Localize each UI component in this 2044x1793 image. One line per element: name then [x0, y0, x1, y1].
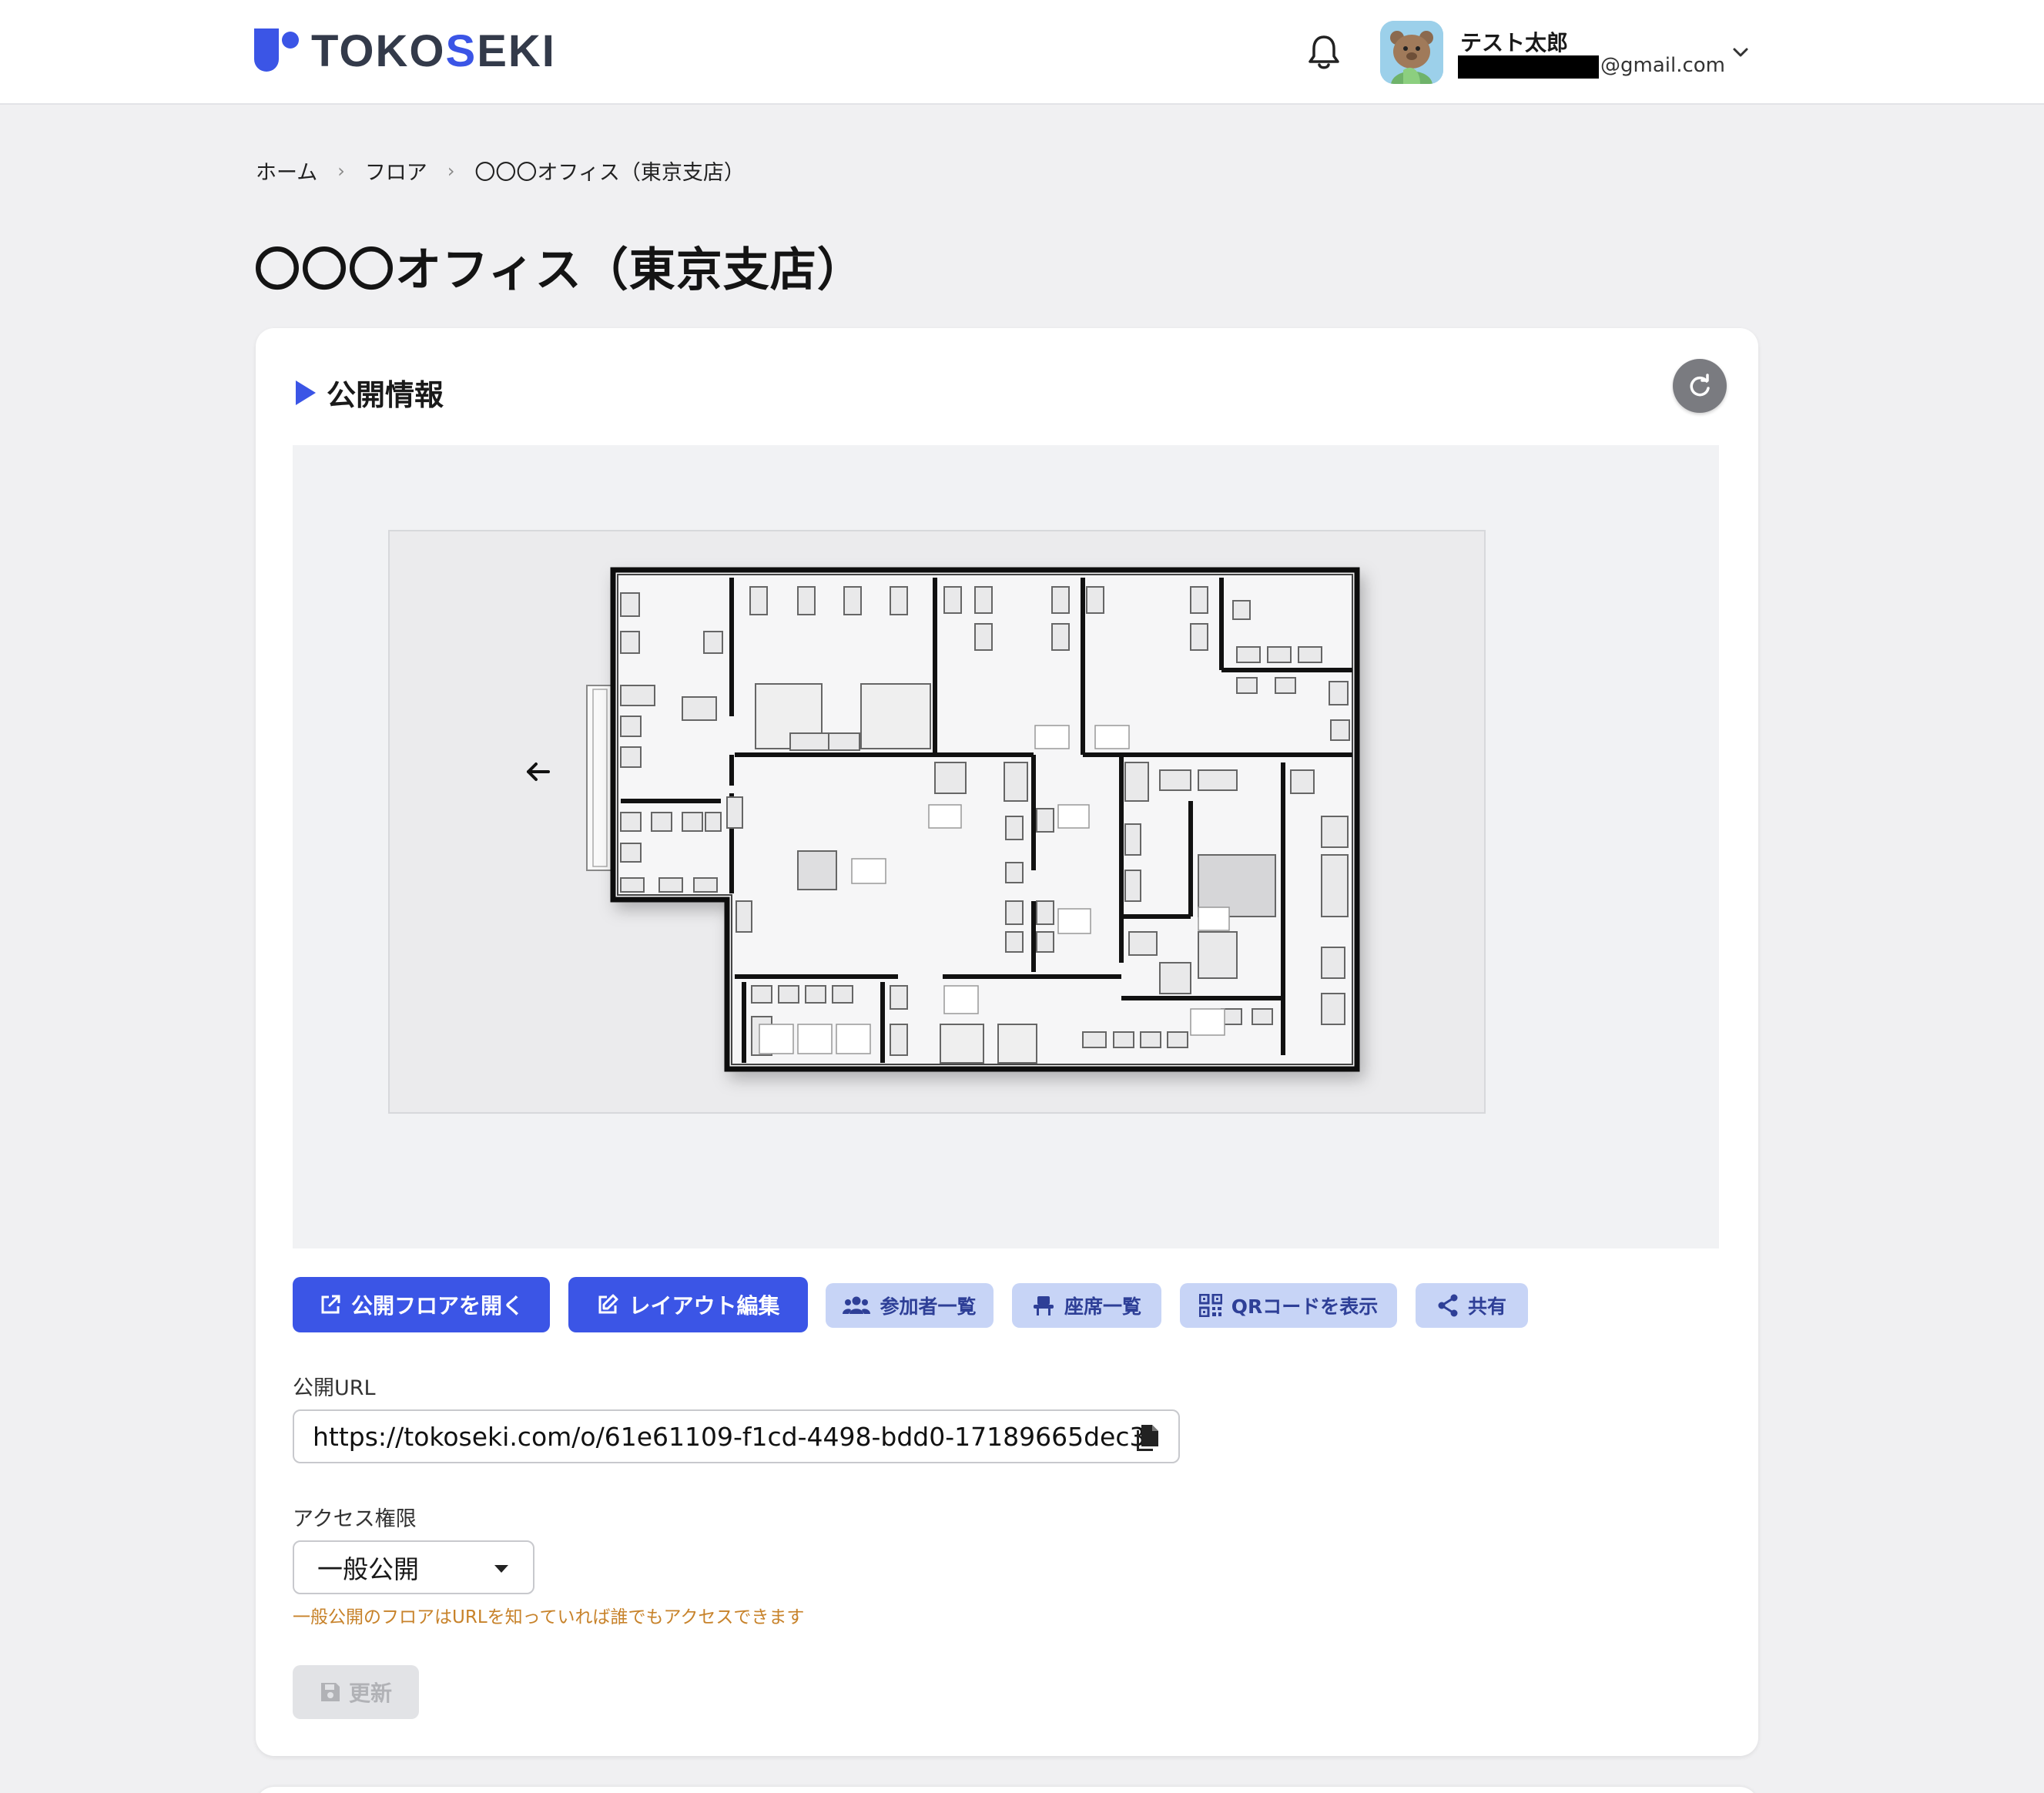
public-info-card: 公開情報 公開フロアを開く レイアウト編集 参加者一覧 座席一覧 QRコードを表…: [256, 328, 1758, 1756]
share-button[interactable]: 共有: [1416, 1283, 1528, 1328]
update-label: 更新: [348, 1681, 392, 1706]
access-permission-select[interactable]: 一般公開: [293, 1540, 534, 1594]
show-qr-button[interactable]: QRコードを表示: [1180, 1283, 1397, 1328]
edit-layout-label: レイアウト編集: [628, 1293, 780, 1319]
floor-plan-image[interactable]: [388, 530, 1486, 1114]
seat-list-label: 座席一覧: [1064, 1295, 1141, 1318]
edit-layout-button[interactable]: レイアウト編集: [568, 1277, 808, 1332]
page-title: 〇〇〇オフィス（東京支店）: [254, 243, 864, 297]
breadcrumb: ホーム › フロア › 〇〇〇オフィス（東京支店）: [256, 156, 745, 186]
user-email: @gmail.com: [1600, 54, 1726, 77]
public-url-label: 公開URL: [293, 1376, 376, 1400]
breadcrumb-separator: ›: [447, 159, 455, 182]
user-name: テスト太郎: [1460, 30, 1569, 55]
open-public-floor-button[interactable]: 公開フロアを開く: [293, 1277, 550, 1332]
next-card: [256, 1787, 1758, 1793]
refresh-icon: [1690, 374, 1710, 397]
edit-icon: [598, 1294, 618, 1314]
logo[interactable]: TOKOSEKI: [254, 25, 556, 76]
refresh-button[interactable]: [1673, 359, 1727, 413]
bell-icon[interactable]: [1305, 32, 1342, 72]
seat-icon: [1033, 1296, 1054, 1315]
seat-list-button[interactable]: 座席一覧: [1012, 1283, 1161, 1328]
logo-mark-icon: [254, 28, 300, 73]
logo-text: TOKOSEKI: [311, 25, 556, 76]
participants-button[interactable]: 参加者一覧: [826, 1283, 994, 1328]
participants-label: 参加者一覧: [880, 1295, 977, 1318]
access-permission-value: 一般公開: [317, 1554, 419, 1584]
share-label: 共有: [1467, 1295, 1506, 1318]
avatar[interactable]: [1380, 21, 1443, 84]
copy-icon[interactable]: [1134, 1423, 1161, 1453]
section-heading: 公開情報: [296, 371, 444, 414]
public-url-value: https://tokoseki.com/o/61e61109-f1cd-449…: [313, 1421, 1146, 1452]
breadcrumb-separator: ›: [337, 159, 345, 182]
user-email-redaction: [1458, 55, 1599, 79]
access-permission-label: アクセス権限: [293, 1507, 417, 1531]
top-navbar: TOKOSEKI テスト太郎 @gmail.com: [0, 0, 2044, 105]
update-button[interactable]: 更新: [293, 1665, 419, 1719]
public-url-field[interactable]: https://tokoseki.com/o/61e61109-f1cd-449…: [293, 1409, 1180, 1463]
share-icon: [1438, 1294, 1458, 1317]
show-qr-label: QRコードを表示: [1231, 1295, 1379, 1318]
caret-down-icon: [494, 1565, 508, 1573]
save-icon: [320, 1683, 340, 1701]
breadcrumb-current: 〇〇〇オフィス（東京支店）: [474, 161, 745, 185]
section-heading-label: 公開情報: [327, 378, 444, 412]
open-public-floor-label: 公開フロアを開く: [350, 1293, 524, 1319]
chevron-down-icon[interactable]: [1728, 40, 1753, 65]
breadcrumb-floor[interactable]: フロア: [365, 156, 427, 186]
access-helper-text: 一般公開のフロアはURLを知っていれば誰でもアクセスできます: [293, 1607, 805, 1627]
breadcrumb-home[interactable]: ホーム: [256, 156, 317, 186]
external-link-icon: [321, 1295, 340, 1314]
qr-code-icon: [1198, 1294, 1222, 1317]
floor-preview: [293, 445, 1719, 1248]
users-icon: [843, 1296, 871, 1314]
triangle-icon: [296, 380, 316, 405]
